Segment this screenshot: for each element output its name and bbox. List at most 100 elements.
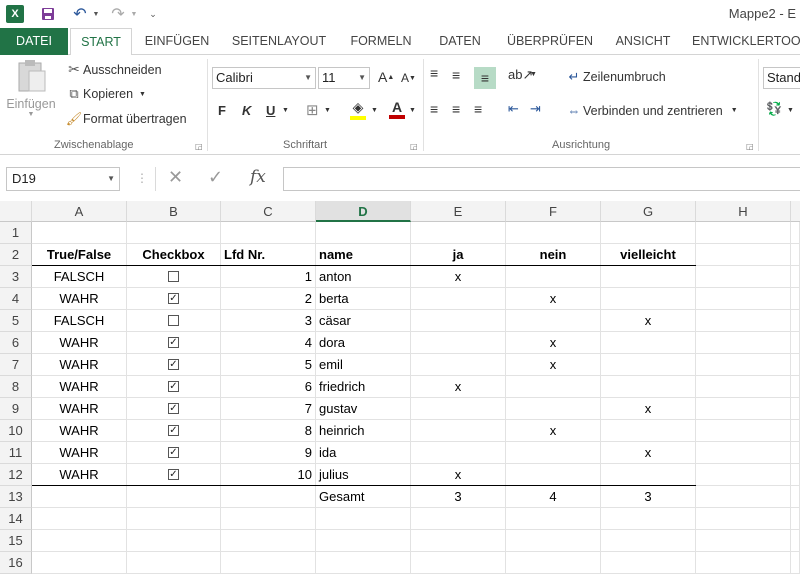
ja-value[interactable]: x xyxy=(411,266,506,288)
cell[interactable] xyxy=(221,530,316,552)
column-header-b[interactable]: B xyxy=(127,201,221,222)
redo-icon[interactable]: ↷ xyxy=(108,5,128,23)
ja-value[interactable]: x xyxy=(411,464,506,486)
cell[interactable] xyxy=(696,310,791,332)
checkbox-unchecked-icon[interactable] xyxy=(168,271,179,283)
checkbox-checked-icon[interactable]: ✓ xyxy=(168,293,179,305)
underline-dropdown-icon[interactable]: ▼ xyxy=(282,107,289,114)
lfd-nr-value[interactable]: 10 xyxy=(221,464,316,486)
font-launcher-icon[interactable]: ◲ xyxy=(410,142,418,151)
cell[interactable] xyxy=(127,530,221,552)
cell[interactable] xyxy=(506,530,601,552)
name-value[interactable]: dora xyxy=(316,332,411,354)
orientation-dropdown-icon[interactable]: ▼ xyxy=(530,71,537,78)
row-header-4[interactable]: 4 xyxy=(0,288,32,310)
checkbox-checked-icon[interactable]: ✓ xyxy=(168,425,179,437)
name-value[interactable]: heinrich xyxy=(316,420,411,442)
checkbox-checked-icon[interactable]: ✓ xyxy=(168,447,179,459)
cell[interactable] xyxy=(696,442,791,464)
column-header-a[interactable]: A xyxy=(32,201,127,222)
checkbox-checked-icon[interactable]: ✓ xyxy=(168,359,179,371)
row-header-13[interactable]: 13 xyxy=(0,486,32,508)
name-box[interactable]: D19 ▼ xyxy=(6,167,120,191)
cell[interactable] xyxy=(506,552,601,574)
checkbox-cell[interactable] xyxy=(127,310,221,332)
header-nein[interactable]: nein xyxy=(506,244,601,266)
row-header-6[interactable]: 6 xyxy=(0,332,32,354)
nein-value[interactable]: x xyxy=(506,332,601,354)
cell[interactable] xyxy=(791,376,800,398)
border-icon[interactable]: ⊞ xyxy=(306,101,319,119)
row-header-3[interactable]: 3 xyxy=(0,266,32,288)
align-bottom-icon[interactable]: ≡ xyxy=(474,67,496,89)
underline-button[interactable]: U xyxy=(266,103,275,118)
true-false-value[interactable]: WAHR xyxy=(32,398,127,420)
header-ja[interactable]: ja xyxy=(411,244,506,266)
font-color-dropdown-icon[interactable]: ▼ xyxy=(409,107,416,114)
nein-value[interactable]: x xyxy=(506,420,601,442)
cell[interactable] xyxy=(316,530,411,552)
true-false-value[interactable]: WAHR xyxy=(32,464,127,486)
insert-function-icon[interactable]: fx xyxy=(250,167,266,187)
ja-value[interactable] xyxy=(411,354,506,376)
tab-entwicklertools[interactable]: ENTWICKLERTOO xyxy=(692,28,800,55)
row-header-14[interactable]: 14 xyxy=(0,508,32,530)
wrap-text-button[interactable]: ↵ Zeilenumbruch xyxy=(565,69,666,85)
cell[interactable] xyxy=(601,530,696,552)
cell[interactable] xyxy=(791,266,800,288)
tab-datei[interactable]: DATEI xyxy=(0,28,68,55)
vielleicht-value[interactable] xyxy=(601,332,696,354)
cell[interactable] xyxy=(696,486,791,508)
lfd-nr-value[interactable]: 8 xyxy=(221,420,316,442)
increase-indent-icon[interactable]: ⇥ xyxy=(530,101,541,117)
vielleicht-value[interactable] xyxy=(601,266,696,288)
cell[interactable] xyxy=(696,464,791,486)
lfd-nr-value[interactable]: 1 xyxy=(221,266,316,288)
font-size-combo[interactable]: 11 ▼ xyxy=(318,67,370,89)
ja-value[interactable] xyxy=(411,398,506,420)
true-false-value[interactable]: WAHR xyxy=(32,288,127,310)
cell[interactable] xyxy=(32,552,127,574)
column-header-h[interactable]: H xyxy=(696,201,791,222)
cell[interactable] xyxy=(696,376,791,398)
save-icon[interactable] xyxy=(40,5,56,23)
true-false-value[interactable]: WAHR xyxy=(32,376,127,398)
cell[interactable] xyxy=(791,508,800,530)
lfd-nr-value[interactable]: 9 xyxy=(221,442,316,464)
cell[interactable] xyxy=(411,552,506,574)
cut-button[interactable]: ✂ Ausschneiden xyxy=(65,61,161,78)
bold-button[interactable]: F xyxy=(218,103,226,118)
cell[interactable] xyxy=(696,552,791,574)
font-color-button[interactable]: A xyxy=(389,99,405,119)
cell[interactable] xyxy=(696,420,791,442)
accounting-dropdown-icon[interactable]: ▼ xyxy=(787,107,794,114)
cell[interactable] xyxy=(32,530,127,552)
column-header-d[interactable]: D xyxy=(316,201,411,222)
cell[interactable] xyxy=(221,508,316,530)
row-header-2[interactable]: 2 xyxy=(0,244,32,266)
paste-button[interactable]: Einfügen ▼ xyxy=(6,59,56,131)
enter-check-icon[interactable]: ✓ xyxy=(208,167,223,188)
true-false-value[interactable]: WAHR xyxy=(32,354,127,376)
nein-value[interactable] xyxy=(506,398,601,420)
cell[interactable] xyxy=(791,332,800,354)
cell[interactable] xyxy=(791,464,800,486)
align-center-icon[interactable]: ≡ xyxy=(452,101,460,117)
row-header-9[interactable]: 9 xyxy=(0,398,32,420)
name-value[interactable]: emil xyxy=(316,354,411,376)
true-false-value[interactable]: WAHR xyxy=(32,442,127,464)
checkbox-cell[interactable]: ✓ xyxy=(127,464,221,486)
nein-value[interactable]: x xyxy=(506,354,601,376)
column-header-g[interactable]: G xyxy=(601,201,696,222)
decrease-indent-icon[interactable]: ⇤ xyxy=(508,101,519,117)
name-value[interactable]: gustav xyxy=(316,398,411,420)
clipboard-launcher-icon[interactable]: ◲ xyxy=(195,142,203,151)
ja-value[interactable] xyxy=(411,288,506,310)
row-header-16[interactable]: 16 xyxy=(0,552,32,574)
row-header-10[interactable]: 10 xyxy=(0,420,32,442)
cell[interactable] xyxy=(221,222,316,244)
customize-qat-icon[interactable]: ⌄ xyxy=(148,5,158,23)
true-false-value[interactable]: WAHR xyxy=(32,332,127,354)
cell[interactable] xyxy=(127,222,221,244)
tab-einfuegen[interactable]: EINFÜGEN xyxy=(138,28,216,55)
